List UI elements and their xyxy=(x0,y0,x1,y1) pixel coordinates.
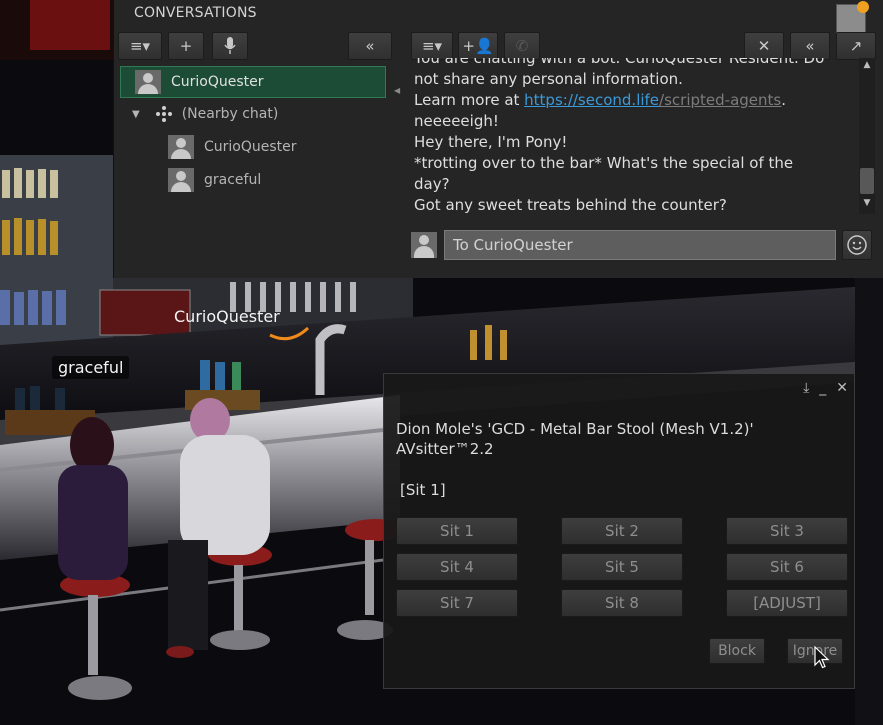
list-menu-icon: ≡▾ xyxy=(129,37,151,55)
double-chevron-left-icon: « xyxy=(365,37,375,55)
tear-off-button[interactable]: ↗ xyxy=(836,32,876,60)
chat-line: Got any sweet treats behind the counter? xyxy=(414,196,727,214)
floater-corner-icon xyxy=(836,1,869,34)
avatar-name-tag-curioquester: CurioQuester xyxy=(174,307,280,326)
conversations-title: CONVERSATIONS xyxy=(134,5,257,21)
call-button[interactable]: ✆ xyxy=(504,32,540,60)
conversation-item-nearby-chat[interactable]: ▼ (Nearby chat) xyxy=(120,98,386,130)
add-conversation-button[interactable]: + xyxy=(168,32,204,60)
add-participant-button[interactable]: +👤 xyxy=(458,32,498,60)
minimize-icon[interactable]: _ xyxy=(819,380,826,396)
sit-7-button[interactable]: Sit 7 xyxy=(396,589,518,617)
voice-button[interactable] xyxy=(212,32,248,60)
chat-history[interactable]: You are chatting with a bot. CurioQueste… xyxy=(404,58,854,214)
chat-scrollbar[interactable]: ▲ ▼ xyxy=(859,58,875,214)
mouse-cursor-icon xyxy=(814,646,830,669)
phone-icon: ✆ xyxy=(515,37,529,55)
chat-message-input[interactable] xyxy=(444,230,836,260)
close-conversation-button[interactable]: ✕ xyxy=(744,32,784,60)
dialog-header-controls: ⤓ _ ✕ xyxy=(803,380,848,396)
participant-item-label: graceful xyxy=(204,172,262,188)
view-options-menu-button[interactable]: ≡▾ xyxy=(118,32,162,60)
chat-line: day? xyxy=(414,175,450,193)
sit-5-button[interactable]: Sit 5 xyxy=(561,553,683,581)
sit-1-button[interactable]: Sit 1 xyxy=(396,517,518,545)
add-person-icon: +👤 xyxy=(462,37,494,55)
own-avatar-icon xyxy=(411,232,437,258)
expand-triangle-icon: ▼ xyxy=(132,108,140,120)
sit-3-button[interactable]: Sit 3 xyxy=(726,517,848,545)
microphone-icon xyxy=(224,37,236,54)
dialog-object-title: Dion Mole's 'GCD - Metal Bar Stool (Mesh… xyxy=(396,420,754,458)
sit-8-button[interactable]: Sit 8 xyxy=(561,589,683,617)
scripted-agents-link[interactable]: https://second.life/scripted-agents xyxy=(524,91,781,109)
chat-line: Learn more at https://second.life/script… xyxy=(414,91,786,109)
viewer-window: CurioQuester graceful CONVERSATIONS ≡▾ +… xyxy=(0,0,883,725)
block-button[interactable]: Block xyxy=(709,638,765,664)
double-chevron-left-icon: « xyxy=(805,37,815,55)
arrow-up-right-icon: ↗ xyxy=(849,37,863,55)
conversations-floater: CONVERSATIONS ≡▾ + « ≡▾ +👤 ✆ ✕ « ↗ Curio… xyxy=(113,0,883,278)
chat-options-menu-button[interactable]: ≡▾ xyxy=(411,32,453,60)
emoji-button[interactable] xyxy=(842,230,872,260)
avatar-icon xyxy=(135,70,161,94)
participant-item-label: CurioQuester xyxy=(204,139,297,155)
list-menu-icon: ≡▾ xyxy=(421,37,443,55)
scroll-up-icon[interactable]: ▲ xyxy=(859,60,875,74)
adjust-button[interactable]: [ADJUST] xyxy=(726,589,848,617)
sit-2-button[interactable]: Sit 2 xyxy=(561,517,683,545)
participant-item-graceful[interactable]: graceful xyxy=(120,164,386,196)
collapse-messages-button[interactable]: « xyxy=(790,32,830,60)
conversation-item-curioquester[interactable]: CurioQuester xyxy=(120,66,386,98)
scrollbar-thumb[interactable] xyxy=(860,168,874,194)
avatar-name-tag-graceful: graceful xyxy=(52,356,130,379)
conversation-list: CurioQuester ▼ (Nearby chat) CurioQueste… xyxy=(120,64,394,264)
dock-icon[interactable]: ⤓ xyxy=(803,380,809,396)
script-dialog: ⤓ _ ✕ Dion Mole's 'GCD - Metal Bar Stool… xyxy=(383,373,855,689)
chat-line: not share any personal information. xyxy=(414,70,683,88)
nearby-chat-icon xyxy=(155,106,172,122)
collapse-list-button[interactable]: « xyxy=(348,32,392,60)
close-icon[interactable]: ✕ xyxy=(836,380,848,396)
conversation-item-label: (Nearby chat) xyxy=(181,106,279,122)
chat-line: Hey there, I'm Pony! xyxy=(414,133,568,151)
close-icon: ✕ xyxy=(757,37,771,55)
scroll-down-icon[interactable]: ▼ xyxy=(859,198,875,212)
chat-line: You are chatting with a bot. CurioQueste… xyxy=(414,58,825,67)
chat-line: *trotting over to the bar* What's the sp… xyxy=(414,154,794,172)
conversation-item-label: CurioQuester xyxy=(171,74,264,90)
collapse-arrow-icon: ◀ xyxy=(394,86,401,95)
avatar-icon xyxy=(168,135,194,159)
chat-line: neeeeeigh! xyxy=(414,112,499,130)
smiley-icon xyxy=(847,235,867,255)
dialog-message: [Sit 1] xyxy=(400,481,446,499)
avatar-icon xyxy=(168,168,194,192)
participant-item-curioquester[interactable]: CurioQuester xyxy=(120,131,386,163)
sit-4-button[interactable]: Sit 4 xyxy=(396,553,518,581)
sit-6-button[interactable]: Sit 6 xyxy=(726,553,848,581)
plus-icon: + xyxy=(179,37,193,55)
